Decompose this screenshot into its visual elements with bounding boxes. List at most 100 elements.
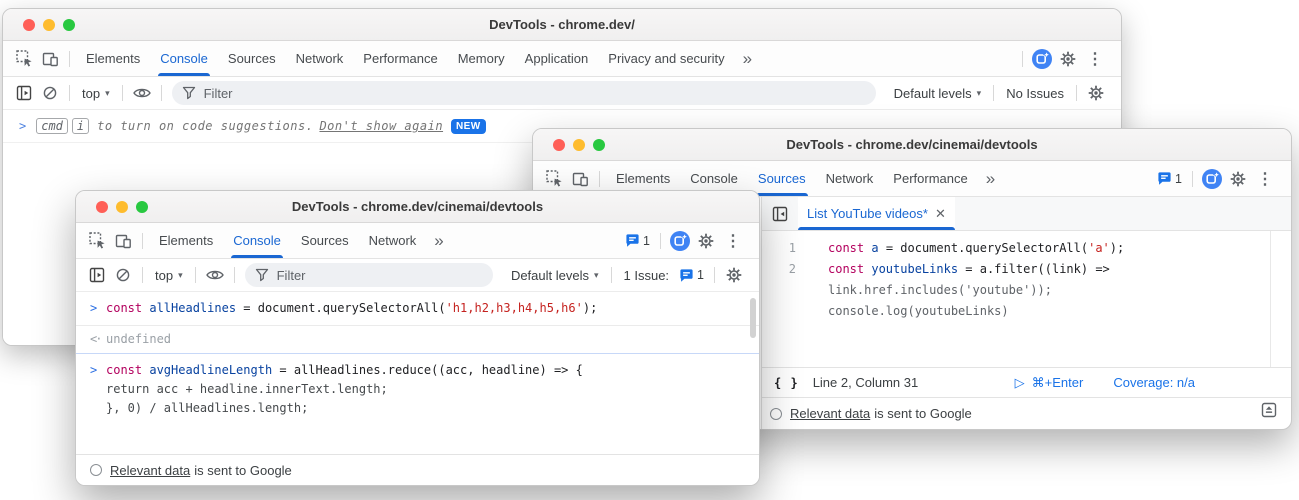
kebab-menu-icon[interactable]: ⋮ xyxy=(719,231,747,251)
pretty-print-icon[interactable]: { } xyxy=(774,376,799,390)
code-line: const avgHeadlineLength = allHeadlines.r… xyxy=(106,361,749,380)
minimize-window-button[interactable] xyxy=(573,139,585,151)
editor-tabstrip: List YouTube videos* ✕ xyxy=(762,197,1291,231)
command-code: const allHeadlines = document.querySelec… xyxy=(106,299,749,318)
console-filter-input[interactable]: Filter xyxy=(245,263,493,287)
console-sidebar-icon[interactable] xyxy=(84,262,110,288)
settings-gear-icon[interactable] xyxy=(1055,46,1081,72)
issues-counter[interactable]: 1 xyxy=(679,268,704,283)
close-window-button[interactable] xyxy=(23,19,35,31)
file-tab-label: List YouTube videos* xyxy=(807,206,928,221)
ai-assistance-icon[interactable] xyxy=(1199,166,1225,192)
cursor-position: Line 2, Column 31 xyxy=(813,375,919,390)
radio-circle-icon[interactable] xyxy=(770,408,782,420)
scrollbar-thumb[interactable] xyxy=(750,298,756,338)
divider xyxy=(1022,51,1023,67)
console-toolbar: top ▾ Filter Default levels ▾ 1 Issue: 1 xyxy=(76,259,759,292)
data-disclaimer-bar: Relevant data is sent to Google xyxy=(762,397,1291,429)
divider xyxy=(993,85,994,101)
hide-navigator-icon[interactable] xyxy=(767,201,793,227)
zoom-window-button[interactable] xyxy=(136,201,148,213)
eye-icon[interactable] xyxy=(202,262,228,288)
tab-application[interactable]: Application xyxy=(515,41,599,76)
close-icon[interactable]: ✕ xyxy=(935,206,946,222)
tab-sources[interactable]: Sources xyxy=(291,223,359,258)
more-tabs-icon[interactable]: » xyxy=(426,231,451,251)
tab-network[interactable]: Network xyxy=(286,41,354,76)
tab-performance[interactable]: Performance xyxy=(353,41,447,76)
inspect-element-icon[interactable] xyxy=(84,228,110,254)
radio-circle-icon[interactable] xyxy=(90,464,102,476)
dont-show-again-link[interactable]: Don't show again xyxy=(319,119,443,133)
console-messages: > const allHeadlines = document.querySel… xyxy=(76,292,759,454)
tab-performance[interactable]: Performance xyxy=(883,161,977,196)
ai-assistance-icon[interactable] xyxy=(667,228,693,254)
editor-statusbar: { } Line 2, Column 31 ▷ ⌘+Enter Coverage… xyxy=(762,367,1291,397)
device-toolbar-icon[interactable] xyxy=(37,46,63,72)
context-selector[interactable]: top ▾ xyxy=(149,268,189,283)
console-filter-input[interactable]: Filter xyxy=(172,81,876,105)
kebab-menu-icon[interactable]: ⋮ xyxy=(1251,169,1279,189)
minimize-window-button[interactable] xyxy=(43,19,55,31)
clear-console-icon[interactable] xyxy=(37,80,63,106)
eye-icon[interactable] xyxy=(129,80,155,106)
tab-privacy-and-security[interactable]: Privacy and security xyxy=(598,41,734,76)
panel-tabs: ElementsConsoleSourcesNetwork xyxy=(149,223,426,258)
settings-gear-icon[interactable] xyxy=(1225,166,1251,192)
log-levels-dropdown[interactable]: Default levels ▾ xyxy=(505,268,605,283)
inspect-element-icon[interactable] xyxy=(541,166,567,192)
coverage-link[interactable]: Coverage: n/a xyxy=(1113,375,1195,390)
titlebar[interactable]: DevTools - chrome.dev/ xyxy=(3,9,1121,41)
console-settings-gear-icon[interactable] xyxy=(721,262,747,288)
tab-memory[interactable]: Memory xyxy=(448,41,515,76)
file-tab-list-youtube-videos[interactable]: List YouTube videos* ✕ xyxy=(798,197,955,230)
run-snippet-button[interactable]: ▷ ⌘+Enter xyxy=(1015,375,1084,391)
traffic-lights xyxy=(23,19,75,31)
code-line: return acc + headline.innerText.length; xyxy=(106,380,749,399)
tab-console[interactable]: Console xyxy=(150,41,218,76)
tab-network[interactable]: Network xyxy=(359,223,427,258)
zoom-window-button[interactable] xyxy=(63,19,75,31)
line-number: 1 xyxy=(762,238,796,259)
tab-network[interactable]: Network xyxy=(816,161,884,196)
console-command-2[interactable]: > const avgHeadlineLength = allHeadlines… xyxy=(76,354,759,425)
settings-gear-icon[interactable] xyxy=(693,228,719,254)
titlebar[interactable]: DevTools - chrome.dev/cinemai/devtools xyxy=(533,129,1291,161)
devtools-window-console: DevTools - chrome.dev/cinemai/devtools E… xyxy=(75,190,760,486)
levels-label: Default levels xyxy=(894,86,972,101)
console-settings-gear-icon[interactable] xyxy=(1083,80,1109,106)
console-result-1[interactable]: <· undefined xyxy=(76,326,759,354)
tab-elements[interactable]: Elements xyxy=(76,41,150,76)
tab-sources[interactable]: Sources xyxy=(218,41,286,76)
tab-console[interactable]: Console xyxy=(223,223,291,258)
inspect-element-icon[interactable] xyxy=(11,46,37,72)
close-window-button[interactable] xyxy=(553,139,565,151)
console-sidebar-icon[interactable] xyxy=(11,80,37,106)
device-toolbar-icon[interactable] xyxy=(567,166,593,192)
chevron-down-icon: ▾ xyxy=(594,270,599,281)
context-selector[interactable]: top ▾ xyxy=(76,86,116,101)
relevant-data-link[interactable]: Relevant data xyxy=(110,463,190,478)
clear-console-icon[interactable] xyxy=(110,262,136,288)
relevant-data-link[interactable]: Relevant data xyxy=(790,406,870,421)
kebab-menu-icon[interactable]: ⋮ xyxy=(1081,49,1109,69)
chevron-down-icon: ▾ xyxy=(178,270,183,281)
minimize-window-button[interactable] xyxy=(116,201,128,213)
close-window-button[interactable] xyxy=(96,201,108,213)
issues-counter[interactable]: 1 xyxy=(1157,171,1182,186)
code-editor[interactable]: 1const a = document.querySelectorAll('a'… xyxy=(762,231,1291,367)
log-levels-dropdown[interactable]: Default levels ▾ xyxy=(888,86,988,101)
zoom-window-button[interactable] xyxy=(593,139,605,151)
issues-counter[interactable]: 1 xyxy=(625,233,650,248)
device-toolbar-icon[interactable] xyxy=(110,228,136,254)
i-keycap: i xyxy=(72,118,89,134)
titlebar[interactable]: DevTools - chrome.dev/cinemai/devtools xyxy=(76,191,759,223)
code-line: link.href.includes('youtube')); xyxy=(762,280,1291,301)
more-tabs-icon[interactable]: » xyxy=(978,169,1003,189)
divider xyxy=(161,85,162,101)
tab-elements[interactable]: Elements xyxy=(149,223,223,258)
more-tabs-icon[interactable]: » xyxy=(735,49,760,69)
console-command-1[interactable]: > const allHeadlines = document.querySel… xyxy=(76,292,759,326)
drawer-toggle-icon[interactable] xyxy=(1261,402,1277,421)
ai-assistance-icon[interactable] xyxy=(1029,46,1055,72)
